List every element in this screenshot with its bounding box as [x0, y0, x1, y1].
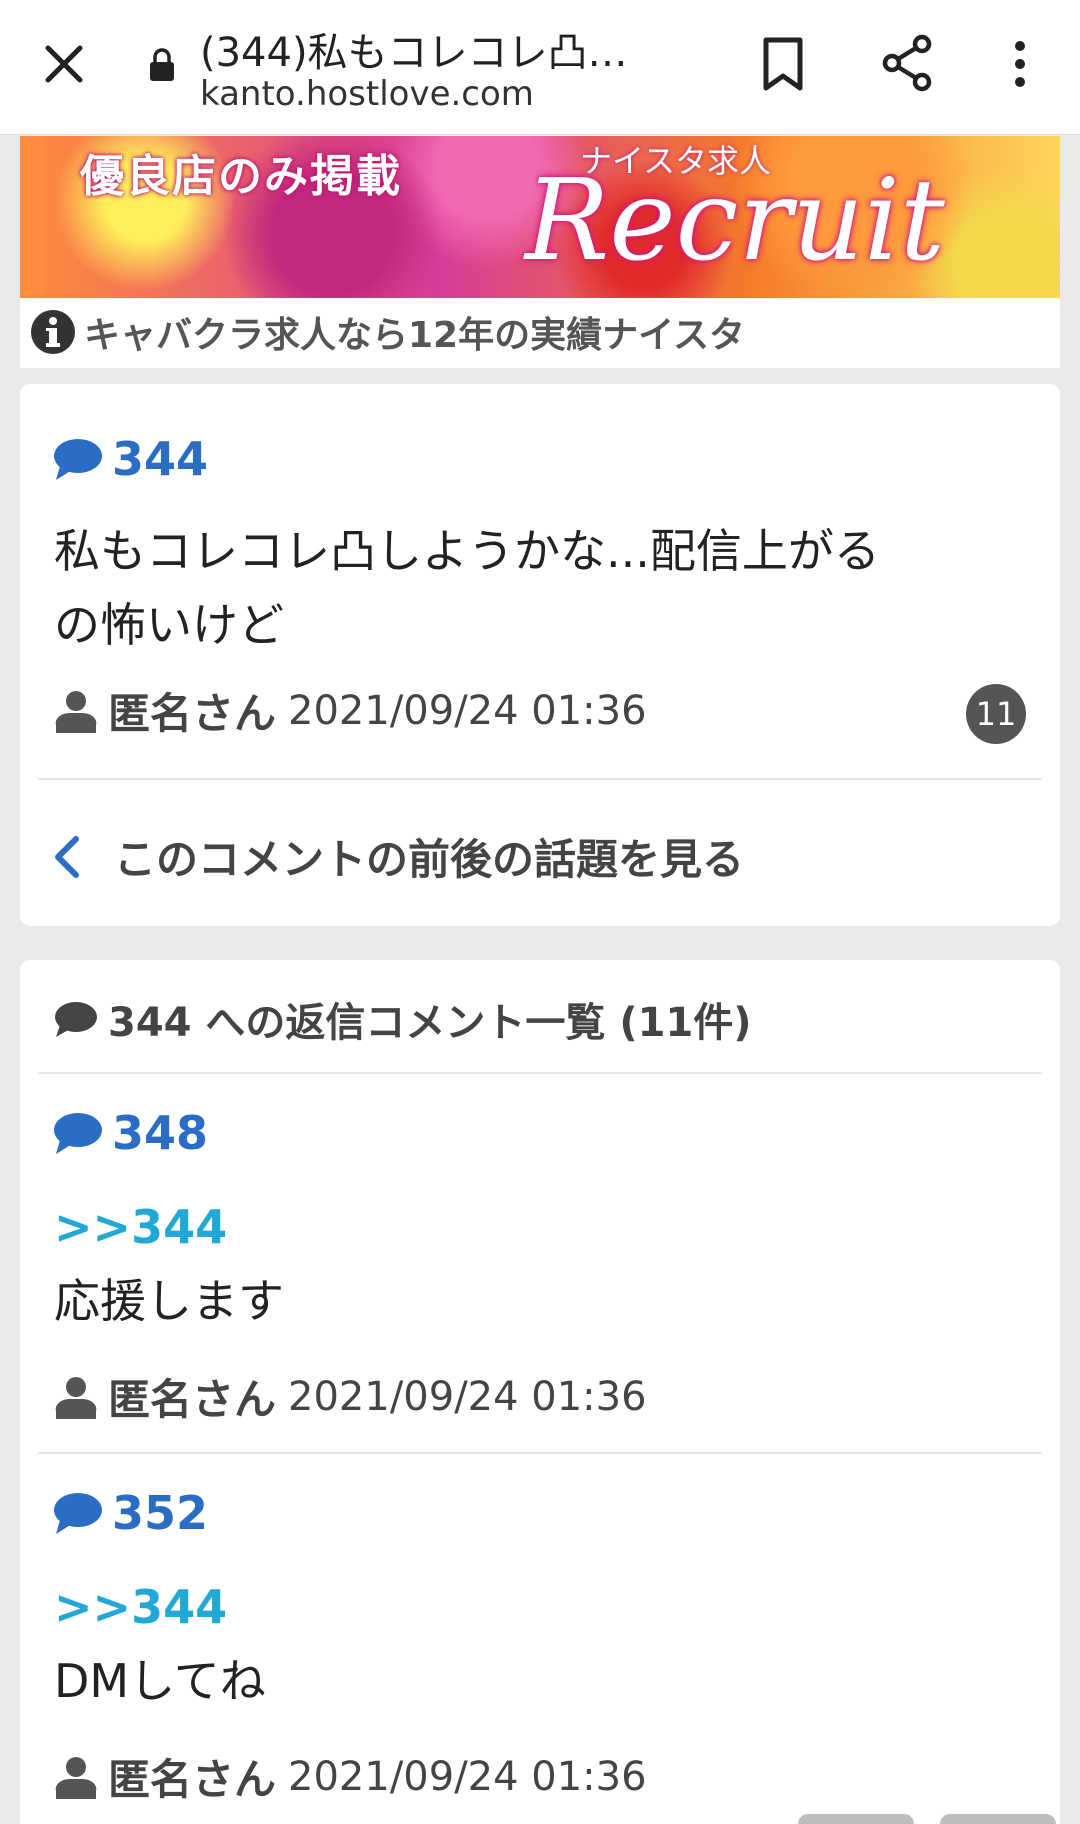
post-number-row: 344	[52, 432, 208, 486]
context-link[interactable]: このコメントの前後の話題を見る	[50, 826, 744, 887]
reply-number[interactable]: 348	[112, 1106, 208, 1160]
reply-meta: 匿名さん 2021/09/24 01:36	[54, 1366, 647, 1427]
bottom-tab-left[interactable]	[798, 1814, 914, 1824]
banner-info-text: キャバクラ求人なら12年の実績ナイスタ	[84, 315, 746, 356]
page-url[interactable]: kanto.hostlove.com	[200, 74, 534, 114]
reply-author: 匿名さん	[108, 1755, 277, 1804]
banner-info-link[interactable]: キャバクラ求人なら12年の実績ナイスタ	[30, 306, 745, 358]
replies-header: 344 への返信コメント一覧 (11件)	[52, 990, 752, 1048]
reply-body: DMしてね	[54, 1654, 266, 1708]
divider	[38, 1072, 1042, 1074]
post-number[interactable]: 344	[112, 432, 208, 486]
post-meta: 匿名さん 2021/09/24 01:36	[54, 680, 647, 741]
user-icon	[55, 1756, 97, 1799]
lock-icon	[150, 48, 174, 81]
comment-icon	[54, 1113, 102, 1154]
reply-date: 2021/09/24 01:36	[288, 1373, 647, 1420]
bookmark-icon[interactable]	[760, 36, 806, 92]
reply-number-row: 348	[52, 1106, 208, 1160]
more-vert-icon[interactable]	[1000, 38, 1040, 90]
divider	[38, 778, 1042, 780]
reply-date: 2021/09/24 01:36	[288, 1753, 647, 1800]
browser-toolbar: (344)私もコレコレ凸… kanto.hostlove.com	[0, 0, 1080, 135]
reply-meta: 匿名さん 2021/09/24 01:36	[54, 1746, 647, 1807]
share-icon[interactable]	[880, 34, 934, 92]
reply-anchor-link[interactable]: >>344	[54, 1580, 227, 1634]
comment-icon	[55, 1002, 97, 1037]
banner-image[interactable]: 優良店のみ掲載 ナイスタ求人 Recruit	[20, 136, 1060, 298]
divider	[38, 1452, 1042, 1454]
context-link-label: このコメントの前後の話題を見る	[114, 835, 745, 884]
comment-icon	[54, 439, 102, 480]
close-icon[interactable]	[40, 40, 88, 88]
bottom-tab-right[interactable]	[940, 1814, 1056, 1824]
post-body-line: 私もコレコレ凸しようかな...配信上がる	[54, 524, 880, 578]
post-author: 匿名さん	[108, 689, 277, 738]
reply-body: 応援します	[54, 1274, 284, 1328]
reply-count-badge[interactable]: 11	[966, 684, 1026, 744]
post-body: 私もコレコレ凸しようかな...配信上がる の怖いけど	[54, 514, 880, 662]
post-date: 2021/09/24 01:36	[288, 687, 647, 734]
replies-card: 344 への返信コメント一覧 (11件) 348 >>344 応援します 匿名さ…	[20, 960, 1060, 1824]
post-card: 344 私もコレコレ凸しようかな...配信上がる の怖いけど 匿名さん 2021…	[20, 384, 1060, 926]
reply-number[interactable]: 352	[112, 1486, 208, 1540]
banner-recruit-text: Recruit	[525, 156, 945, 286]
user-icon	[55, 1376, 97, 1419]
banner-ad[interactable]: 優良店のみ掲載 ナイスタ求人 Recruit キャバクラ求人なら12年の実績ナイ…	[20, 136, 1060, 368]
banner-left-text: 優良店のみ掲載	[80, 151, 402, 202]
comment-icon	[54, 1493, 102, 1534]
reply-author: 匿名さん	[108, 1375, 277, 1424]
post-body-line: の怖いけど	[54, 598, 284, 652]
info-icon	[31, 310, 75, 354]
chevron-left-icon	[55, 835, 79, 878]
replies-header-text: 344 への返信コメント一覧 (11件)	[108, 1000, 752, 1046]
reply-number-row: 352	[52, 1486, 208, 1540]
page-title[interactable]: (344)私もコレコレ凸…	[200, 20, 700, 78]
reply-anchor-link[interactable]: >>344	[54, 1200, 227, 1254]
user-icon	[55, 690, 97, 733]
